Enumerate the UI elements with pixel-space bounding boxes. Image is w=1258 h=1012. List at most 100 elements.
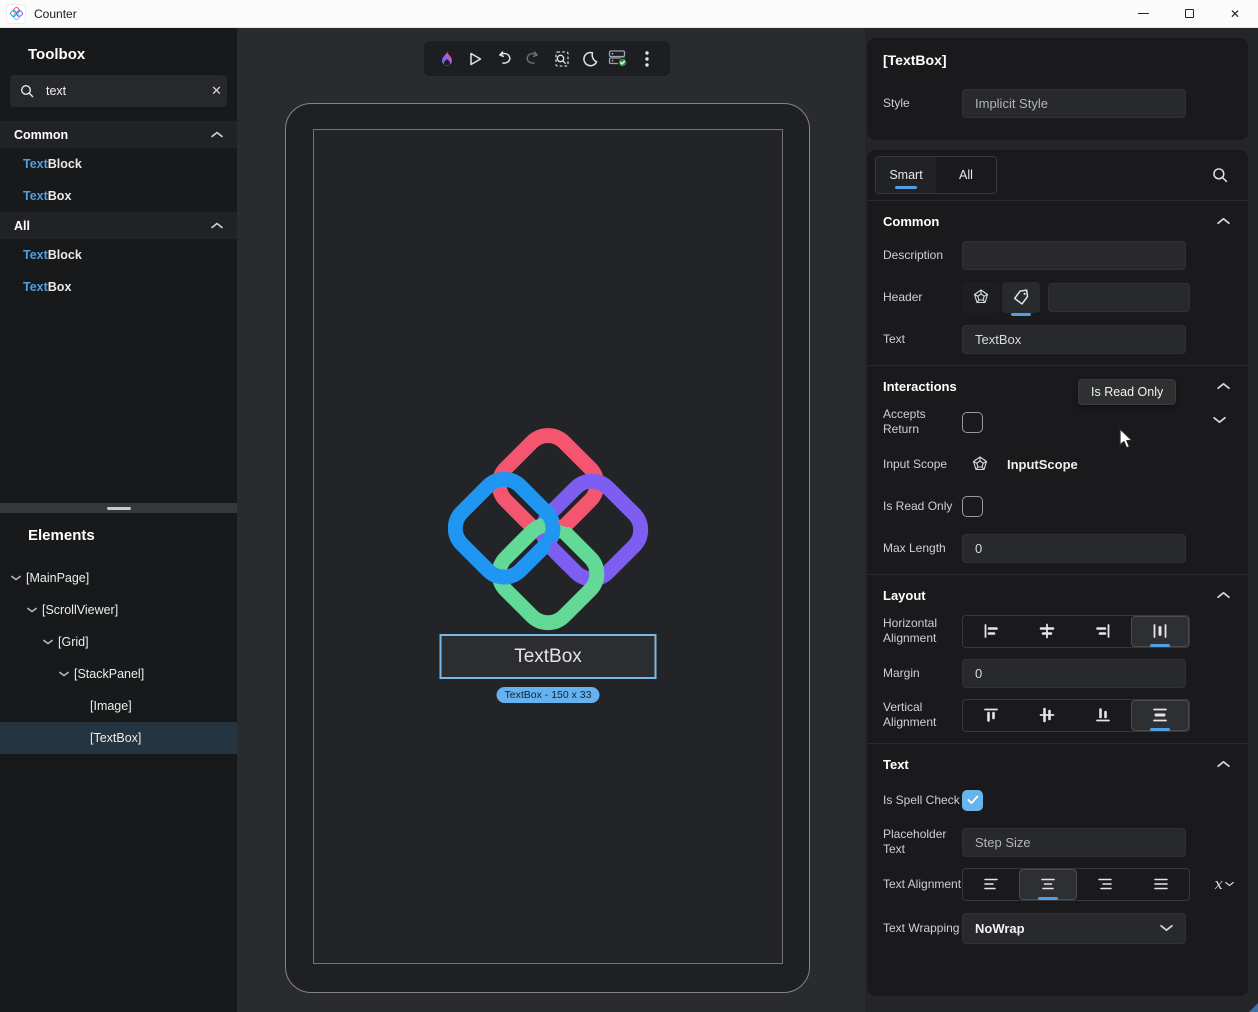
resize-grip[interactable]	[1249, 1003, 1258, 1012]
redo-icon[interactable]	[522, 48, 544, 70]
text-align-center-icon	[1039, 875, 1057, 893]
property-label: Text Alignment	[883, 877, 962, 892]
align-vcenter-icon	[1038, 706, 1056, 724]
is-read-only-checkbox[interactable]	[962, 496, 983, 517]
search-icon[interactable]	[1212, 167, 1228, 183]
section-common: Common Description Header	[867, 200, 1248, 365]
undo-icon[interactable]	[493, 48, 515, 70]
style-input[interactable]	[962, 89, 1186, 118]
tree-node-textbox[interactable]: [TextBox]	[0, 722, 237, 754]
chevron-down-icon[interactable]	[56, 671, 72, 677]
maximize-button[interactable]	[1166, 0, 1212, 27]
chevron-down-icon[interactable]	[24, 607, 40, 613]
text-align-left-icon	[982, 875, 1000, 893]
align-top-icon	[982, 706, 1000, 724]
h-align-left-toggle[interactable]	[963, 616, 1019, 647]
toolbox-section-all[interactable]: All	[0, 212, 237, 239]
v-align-center-toggle[interactable]	[1019, 700, 1075, 731]
toolbox-search[interactable]: ✕	[10, 75, 227, 107]
section-title: Text	[883, 757, 909, 772]
selected-textbox-element[interactable]: TextBox	[440, 634, 657, 679]
toolbox-item-textblock[interactable]: TextBlock	[0, 148, 237, 180]
property-label: Is Spell Check	[883, 793, 962, 808]
property-label: Max Length	[883, 541, 962, 556]
is-spell-check-checkbox[interactable]	[962, 790, 983, 811]
toolbox-section-common[interactable]: Common	[0, 121, 237, 148]
input-scope-value[interactable]: InputScope	[1007, 457, 1078, 472]
text-wrapping-dropdown[interactable]: NoWrap	[962, 913, 1186, 944]
text-align-center-toggle[interactable]	[1019, 869, 1077, 900]
toolbox-search-input[interactable]	[46, 84, 207, 98]
align-vstretch-icon	[1151, 706, 1169, 724]
chevron-up-icon[interactable]	[1217, 591, 1230, 599]
tree-node-grid[interactable]: [Grid]	[0, 626, 237, 658]
text-input[interactable]	[962, 325, 1186, 354]
item-text: Box	[48, 280, 72, 294]
minimize-icon	[1138, 13, 1149, 14]
panel-splitter[interactable]	[0, 503, 237, 513]
text-align-left-toggle[interactable]	[963, 869, 1019, 900]
placeholder-text-input[interactable]	[962, 828, 1186, 857]
v-align-stretch-toggle[interactable]	[1131, 700, 1189, 731]
check-icon	[967, 795, 979, 805]
description-input[interactable]	[962, 241, 1186, 270]
text-align-right-toggle[interactable]	[1077, 869, 1133, 900]
splitter-handle-icon	[107, 507, 131, 510]
h-align-center-toggle[interactable]	[1019, 616, 1075, 647]
toolbox-item-textbox[interactable]: TextBox	[0, 271, 237, 303]
chevron-down-icon[interactable]	[8, 575, 24, 581]
tree-node-mainpage[interactable]: [MainPage]	[0, 562, 237, 594]
tree-node-scrollviewer[interactable]: [ScrollViewer]	[0, 594, 237, 626]
tree-node-stackpanel[interactable]: [StackPanel]	[0, 658, 237, 690]
chevron-up-icon[interactable]	[1217, 760, 1230, 768]
section-title: Layout	[883, 588, 926, 603]
header-binding-toggle[interactable]	[962, 282, 1000, 313]
play-icon[interactable]	[465, 48, 487, 70]
section-layout: Layout Horizontal Alignment	[867, 574, 1248, 743]
device-screen[interactable]: TextBox TextBox - 150 x 33	[313, 129, 783, 964]
close-button[interactable]: ✕	[1212, 0, 1258, 27]
header-input[interactable]	[1048, 283, 1190, 312]
v-align-bottom-toggle[interactable]	[1075, 700, 1131, 731]
style-label: Style	[883, 96, 962, 111]
more-options-icon[interactable]	[636, 48, 658, 70]
uno-logo-image[interactable]	[434, 410, 662, 650]
property-label: Horizontal Alignment	[883, 616, 962, 646]
chevron-down-icon[interactable]	[40, 639, 56, 645]
zoom-selection-icon[interactable]	[550, 48, 572, 70]
h-align-right-toggle[interactable]	[1075, 616, 1131, 647]
tab-smart[interactable]: Smart	[876, 157, 936, 193]
accepts-return-checkbox[interactable]	[962, 412, 983, 433]
property-row-input-scope: Input Scope InputScope	[867, 444, 1248, 484]
tree-node-image[interactable]: [Image]	[0, 690, 237, 722]
dev-server-status-icon[interactable]	[607, 48, 629, 70]
binding-web-icon[interactable]	[971, 455, 989, 473]
toolbox-item-textblock[interactable]: TextBlock	[0, 239, 237, 271]
advanced-x-dropdown[interactable]: x	[1215, 875, 1234, 893]
v-align-top-toggle[interactable]	[963, 700, 1019, 731]
h-align-stretch-toggle[interactable]	[1131, 616, 1189, 647]
toolbox-item-textbox[interactable]: TextBox	[0, 180, 237, 212]
design-canvas[interactable]: TextBox TextBox - 150 x 33	[237, 28, 865, 1012]
chevron-down-icon	[1225, 881, 1234, 887]
design-toolbar	[424, 41, 670, 76]
chevron-up-icon[interactable]	[1217, 217, 1230, 225]
window-title: Counter	[34, 7, 77, 21]
chevron-up-icon[interactable]	[1217, 382, 1230, 390]
property-label: Is Read Only	[883, 499, 962, 514]
align-bottom-icon	[1094, 706, 1112, 724]
tab-all[interactable]: All	[936, 157, 996, 193]
theme-moon-icon[interactable]	[579, 48, 601, 70]
property-row-text: Text	[867, 319, 1248, 359]
property-row-text-alignment: Text Alignment	[867, 862, 1248, 906]
item-text: Box	[48, 189, 72, 203]
max-length-input[interactable]	[962, 534, 1186, 563]
margin-input[interactable]	[962, 659, 1186, 688]
hot-reload-flame-icon[interactable]	[436, 48, 458, 70]
header-tag-toggle[interactable]	[1002, 282, 1040, 313]
clear-search-icon[interactable]: ✕	[207, 81, 226, 101]
minimize-button[interactable]	[1120, 0, 1166, 27]
section-title: Common	[883, 214, 939, 229]
close-icon: ✕	[1230, 8, 1240, 20]
text-align-justify-toggle[interactable]	[1133, 869, 1189, 900]
